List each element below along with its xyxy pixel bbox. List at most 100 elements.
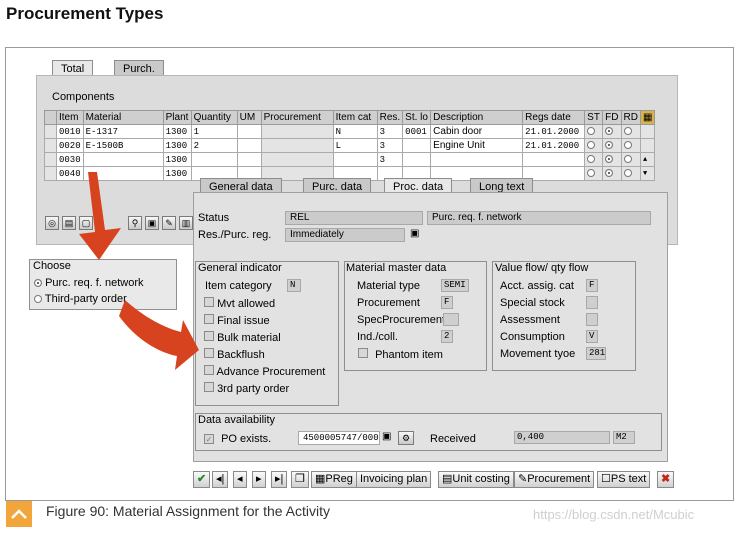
cell-item[interactable]: 0020 (56, 138, 84, 153)
cell-rd[interactable] (620, 138, 641, 153)
cell-fd[interactable] (602, 138, 622, 153)
cancel-button[interactable]: ✖ (657, 471, 675, 488)
cell-res[interactable]: 3 (376, 124, 404, 139)
tab-total[interactable]: Total (52, 60, 94, 76)
cell-st-lo[interactable] (402, 138, 432, 153)
confirm-button[interactable]: ✔ (193, 471, 211, 488)
dropdown-icon[interactable]: ▣ (410, 228, 419, 239)
scroll-up-button[interactable]: ▲ (639, 152, 656, 167)
copy-page-icon[interactable]: ❐ (291, 471, 309, 488)
table-row[interactable]: 0030 1300 3 ▲ (44, 152, 656, 167)
cell-procurement[interactable] (260, 152, 334, 167)
cell-fd[interactable] (602, 124, 622, 139)
final-issue-checkbox[interactable]: Final issue (204, 314, 270, 327)
table-settings-icon[interactable]: ▦ (639, 110, 656, 125)
cell-rd[interactable] (620, 124, 641, 139)
cell-description[interactable] (430, 152, 524, 167)
procurement-button[interactable]: ✎Procurement (514, 471, 595, 488)
table-row[interactable]: 0010 E-1317 1300 1 N 3 0001 Cabin door 2… (44, 124, 656, 139)
third-party-radio[interactable] (34, 295, 42, 304)
row-selector[interactable] (44, 152, 57, 167)
cell-st[interactable] (584, 138, 604, 153)
scrollbar-track[interactable] (639, 124, 656, 139)
ps-text-button[interactable]: ☐PS text (597, 471, 651, 488)
backflush-checkbox[interactable]: Backflush (204, 348, 265, 361)
row-selector[interactable] (44, 166, 57, 181)
cell-um[interactable] (236, 138, 262, 153)
rd-radio[interactable] (623, 141, 632, 150)
last-button[interactable]: ▸| (271, 471, 288, 488)
rd-radio[interactable] (623, 155, 632, 164)
rd-radio[interactable] (623, 169, 632, 178)
unit-costing-button[interactable]: ▤Unit costing (438, 471, 514, 488)
cell-um[interactable] (236, 124, 262, 139)
advance-procurement-checkbox[interactable]: Advance Procurement (204, 365, 325, 378)
table-row[interactable]: 0020 E-1500B 1300 2 L 3 Engine Unit 21.0… (44, 138, 656, 153)
po-display-icon[interactable]: ⚙ (398, 431, 414, 445)
cell-fd[interactable] (602, 152, 622, 167)
fd-radio[interactable] (605, 155, 614, 164)
next-button[interactable]: ▸ (252, 471, 266, 488)
fd-radio[interactable] (605, 127, 614, 136)
cell-um[interactable] (236, 152, 262, 167)
bulk-material-checkbox[interactable]: Bulk material (204, 331, 281, 344)
cell-material[interactable]: E-1500B (82, 138, 164, 153)
cell-st[interactable] (584, 152, 604, 167)
tab-purch[interactable]: Purch. (114, 60, 164, 76)
phantom-item-checkbox[interactable]: Phantom item (358, 348, 443, 361)
cell-plant[interactable]: 1300 (162, 138, 192, 153)
cell-rd[interactable] (620, 166, 641, 181)
row-selector[interactable] (44, 138, 57, 153)
detail-icon[interactable]: ◎ (45, 216, 59, 230)
scrollbar-track[interactable] (639, 138, 656, 153)
cell-plant[interactable]: 1300 (162, 152, 192, 167)
cell-material[interactable]: E-1317 (82, 124, 164, 139)
po-dropdown-icon[interactable]: ▣ (382, 431, 391, 442)
po-number-field[interactable]: 4500005747/000 (298, 431, 380, 445)
row-selector[interactable] (44, 124, 57, 139)
cell-res[interactable]: 3 (376, 138, 404, 153)
third-party-order-checkbox[interactable]: 3rd party order (204, 382, 289, 395)
cell-procurement[interactable] (260, 124, 334, 139)
st-radio[interactable] (587, 127, 596, 136)
rd-radio[interactable] (623, 127, 632, 136)
cell-regs-date[interactable] (522, 152, 586, 167)
network-radio[interactable] (34, 279, 42, 288)
cell-st[interactable] (584, 166, 604, 181)
cell-quantity[interactable]: 2 (190, 138, 238, 153)
preg-button[interactable]: ▦PReg (311, 471, 357, 488)
st-radio[interactable] (587, 155, 596, 164)
cell-rd[interactable] (620, 152, 641, 167)
cell-res[interactable]: 3 (376, 152, 404, 167)
cell-item-cat[interactable]: L (332, 138, 378, 153)
cell-item[interactable]: 0010 (56, 124, 84, 139)
mvt-allowed-checkbox[interactable]: Mvt allowed (204, 297, 275, 310)
res-purc-select[interactable]: Immediately (285, 228, 405, 242)
cell-description[interactable]: Cabin door (430, 124, 524, 139)
cell-st[interactable] (584, 124, 604, 139)
fd-radio[interactable] (605, 141, 614, 150)
item-category-field[interactable]: N (287, 279, 301, 292)
cell-item[interactable]: 0030 (56, 152, 84, 167)
table-icon[interactable]: ▤ (62, 216, 76, 230)
cell-item-cat[interactable]: N (332, 124, 378, 139)
cell-fd[interactable] (602, 166, 622, 181)
cell-regs-date[interactable]: 21.01.2000 (522, 138, 586, 153)
cell-regs-date[interactable]: 21.01.2000 (522, 124, 586, 139)
cell-material[interactable] (82, 152, 164, 167)
cell-st-lo[interactable] (402, 152, 432, 167)
fd-radio[interactable] (605, 169, 614, 178)
cell-procurement[interactable] (260, 138, 334, 153)
cell-item-cat[interactable] (332, 152, 378, 167)
cell-quantity[interactable] (190, 152, 238, 167)
cell-st-lo[interactable]: 0001 (402, 124, 432, 139)
st-radio[interactable] (587, 141, 596, 150)
previous-button[interactable]: ◂ (233, 471, 247, 488)
invoicing-plan-button[interactable]: Invoicing plan (356, 471, 432, 488)
first-button[interactable]: ◂| (212, 471, 229, 488)
st-radio[interactable] (587, 169, 596, 178)
cell-description[interactable]: Engine Unit (430, 138, 524, 153)
cell-plant[interactable]: 1300 (162, 124, 192, 139)
chevron-up-icon[interactable] (6, 501, 32, 527)
cell-quantity[interactable]: 1 (190, 124, 238, 139)
